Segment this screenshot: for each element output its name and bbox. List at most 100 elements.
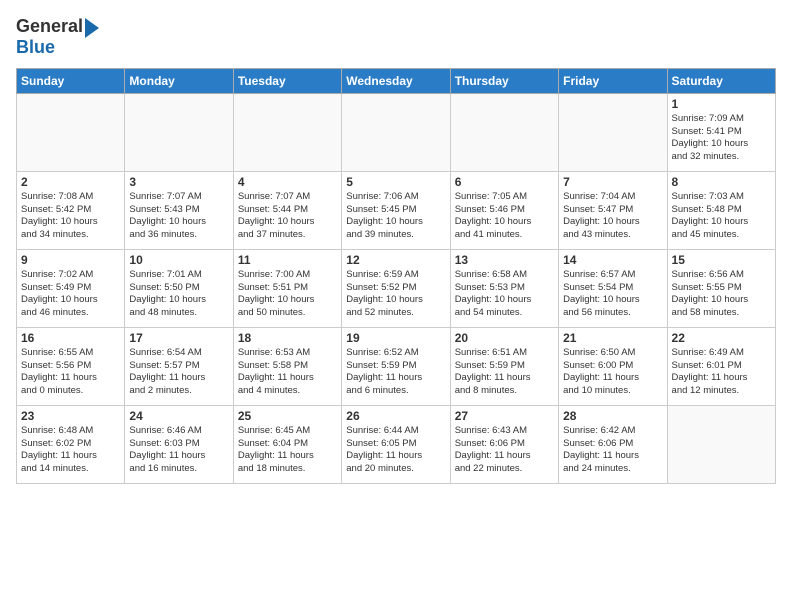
day-info: Sunrise: 7:01 AM Sunset: 5:50 PM Dayligh…: [129, 269, 228, 320]
day-number: 17: [129, 331, 228, 345]
day-number: 22: [672, 331, 771, 345]
day-number: 12: [346, 253, 445, 267]
day-number: 7: [563, 175, 662, 189]
day-number: 5: [346, 175, 445, 189]
calendar-cell: 27 Sunrise: 6:43 AM Sunset: 6:06 PM Dayli…: [450, 405, 558, 483]
day-info: Sunrise: 7:03 AM Sunset: 5:48 PM Dayligh…: [672, 191, 771, 242]
calendar-cell: 12Sunrise: 6:59 AM Sunset: 5:52 PM Dayli…: [342, 249, 450, 327]
day-info: Sunrise: 7:04 AM Sunset: 5:47 PM Dayligh…: [563, 191, 662, 242]
calendar-cell: [125, 93, 233, 171]
day-number: 25: [238, 409, 337, 423]
day-info: Sunrise: 6:44 AM Sunset: 6:05 PM Dayligh…: [346, 425, 445, 476]
day-number: 28: [563, 409, 662, 423]
calendar-cell: [342, 93, 450, 171]
calendar-cell: 24 Sunrise: 6:46 AM Sunset: 6:03 PM Dayli…: [125, 405, 233, 483]
calendar-cell: 14 Sunrise: 6:57 AM Sunset: 5:54 PM Dayli…: [559, 249, 667, 327]
day-number: 18: [238, 331, 337, 345]
day-info: Sunrise: 6:53 AM Sunset: 5:58 PM Dayligh…: [238, 347, 337, 398]
calendar-cell: 26 Sunrise: 6:44 AM Sunset: 6:05 PM Dayli…: [342, 405, 450, 483]
day-info: Sunrise: 7:07 AM Sunset: 5:44 PM Dayligh…: [238, 191, 337, 242]
calendar-header-sunday: Sunday: [17, 68, 125, 93]
calendar-cell: 16 Sunrise: 6:55 AM Sunset: 5:56 PM Dayli…: [17, 327, 125, 405]
day-info: Sunrise: 6:51 AM Sunset: 5:59 PM Dayligh…: [455, 347, 554, 398]
calendar-cell: 22 Sunrise: 6:49 AM Sunset: 6:01 PM Dayli…: [667, 327, 775, 405]
day-number: 16: [21, 331, 120, 345]
calendar-cell: 18 Sunrise: 6:53 AM Sunset: 5:58 PM Dayli…: [233, 327, 341, 405]
day-number: 15: [672, 253, 771, 267]
calendar-week-row: 1 Sunrise: 7:09 AM Sunset: 5:41 PM Daylig…: [17, 93, 776, 171]
calendar-cell: 7 Sunrise: 7:04 AM Sunset: 5:47 PM Daylig…: [559, 171, 667, 249]
calendar-cell: 13 Sunrise: 6:58 AM Sunset: 5:53 PM Dayli…: [450, 249, 558, 327]
calendar-cell: 15 Sunrise: 6:56 AM Sunset: 5:55 PM Dayli…: [667, 249, 775, 327]
day-info: Sunrise: 6:50 AM Sunset: 6:00 PM Dayligh…: [563, 347, 662, 398]
day-info: Sunrise: 6:45 AM Sunset: 6:04 PM Dayligh…: [238, 425, 337, 476]
day-number: 27: [455, 409, 554, 423]
calendar-cell: [667, 405, 775, 483]
day-info: Sunrise: 6:58 AM Sunset: 5:53 PM Dayligh…: [455, 269, 554, 320]
calendar-cell: [450, 93, 558, 171]
day-info: Sunrise: 7:02 AM Sunset: 5:49 PM Dayligh…: [21, 269, 120, 320]
calendar-cell: 10 Sunrise: 7:01 AM Sunset: 5:50 PM Dayli…: [125, 249, 233, 327]
calendar-header-wednesday: Wednesday: [342, 68, 450, 93]
day-number: 26: [346, 409, 445, 423]
day-number: 8: [672, 175, 771, 189]
day-info: Sunrise: 6:48 AM Sunset: 6:02 PM Dayligh…: [21, 425, 120, 476]
day-number: 1: [672, 97, 771, 111]
day-number: 6: [455, 175, 554, 189]
day-number: 2: [21, 175, 120, 189]
calendar-cell: 21 Sunrise: 6:50 AM Sunset: 6:00 PM Dayli…: [559, 327, 667, 405]
day-info: Sunrise: 6:54 AM Sunset: 5:57 PM Dayligh…: [129, 347, 228, 398]
day-number: 4: [238, 175, 337, 189]
day-number: 11: [238, 253, 337, 267]
day-number: 14: [563, 253, 662, 267]
logo: General Blue: [16, 16, 99, 58]
calendar-cell: 17 Sunrise: 6:54 AM Sunset: 5:57 PM Dayli…: [125, 327, 233, 405]
day-number: 3: [129, 175, 228, 189]
calendar-cell: [559, 93, 667, 171]
calendar-cell: 19Sunrise: 6:52 AM Sunset: 5:59 PM Dayli…: [342, 327, 450, 405]
calendar-cell: 9 Sunrise: 7:02 AM Sunset: 5:49 PM Daylig…: [17, 249, 125, 327]
day-info: Sunrise: 7:09 AM Sunset: 5:41 PM Dayligh…: [672, 113, 771, 164]
calendar-header-tuesday: Tuesday: [233, 68, 341, 93]
day-number: 21: [563, 331, 662, 345]
day-info: Sunrise: 6:42 AM Sunset: 6:06 PM Dayligh…: [563, 425, 662, 476]
day-info: Sunrise: 6:56 AM Sunset: 5:55 PM Dayligh…: [672, 269, 771, 320]
calendar-week-row: 2 Sunrise: 7:08 AM Sunset: 5:42 PM Daylig…: [17, 171, 776, 249]
calendar-cell: [17, 93, 125, 171]
day-info: Sunrise: 6:49 AM Sunset: 6:01 PM Dayligh…: [672, 347, 771, 398]
calendar-cell: 5 Sunrise: 7:06 AM Sunset: 5:45 PM Daylig…: [342, 171, 450, 249]
day-number: 24: [129, 409, 228, 423]
logo-general: General: [16, 17, 83, 37]
calendar-header-row: SundayMondayTuesdayWednesdayThursdayFrid…: [17, 68, 776, 93]
day-info: Sunrise: 6:55 AM Sunset: 5:56 PM Dayligh…: [21, 347, 120, 398]
calendar-week-row: 9 Sunrise: 7:02 AM Sunset: 5:49 PM Daylig…: [17, 249, 776, 327]
calendar-cell: 11 Sunrise: 7:00 AM Sunset: 5:51 PM Dayli…: [233, 249, 341, 327]
day-info: Sunrise: 7:08 AM Sunset: 5:42 PM Dayligh…: [21, 191, 120, 242]
day-number: 23: [21, 409, 120, 423]
day-info: Sunrise: 7:06 AM Sunset: 5:45 PM Dayligh…: [346, 191, 445, 242]
logo-blue: Blue: [16, 38, 99, 58]
day-number: 20: [455, 331, 554, 345]
calendar-cell: 8 Sunrise: 7:03 AM Sunset: 5:48 PM Daylig…: [667, 171, 775, 249]
day-info: Sunrise: 6:46 AM Sunset: 6:03 PM Dayligh…: [129, 425, 228, 476]
calendar-cell: [233, 93, 341, 171]
day-info: Sunrise: 6:57 AM Sunset: 5:54 PM Dayligh…: [563, 269, 662, 320]
calendar-cell: 23 Sunrise: 6:48 AM Sunset: 6:02 PM Dayli…: [17, 405, 125, 483]
calendar-header-saturday: Saturday: [667, 68, 775, 93]
calendar-header-friday: Friday: [559, 68, 667, 93]
day-info: Sunrise: 6:52 AM Sunset: 5:59 PM Dayligh…: [346, 347, 445, 398]
day-number: 9: [21, 253, 120, 267]
calendar-cell: 4 Sunrise: 7:07 AM Sunset: 5:44 PM Daylig…: [233, 171, 341, 249]
day-info: Sunrise: 6:43 AM Sunset: 6:06 PM Dayligh…: [455, 425, 554, 476]
day-number: 10: [129, 253, 228, 267]
day-info: Sunrise: 7:05 AM Sunset: 5:46 PM Dayligh…: [455, 191, 554, 242]
calendar-cell: 1 Sunrise: 7:09 AM Sunset: 5:41 PM Daylig…: [667, 93, 775, 171]
day-info: Sunrise: 7:00 AM Sunset: 5:51 PM Dayligh…: [238, 269, 337, 320]
calendar-cell: 3Sunrise: 7:07 AM Sunset: 5:43 PM Daylig…: [125, 171, 233, 249]
calendar-table: SundayMondayTuesdayWednesdayThursdayFrid…: [16, 68, 776, 484]
calendar-cell: 28 Sunrise: 6:42 AM Sunset: 6:06 PM Dayli…: [559, 405, 667, 483]
calendar-cell: 25 Sunrise: 6:45 AM Sunset: 6:04 PM Dayli…: [233, 405, 341, 483]
calendar-cell: 2 Sunrise: 7:08 AM Sunset: 5:42 PM Daylig…: [17, 171, 125, 249]
day-number: 13: [455, 253, 554, 267]
calendar-header-thursday: Thursday: [450, 68, 558, 93]
